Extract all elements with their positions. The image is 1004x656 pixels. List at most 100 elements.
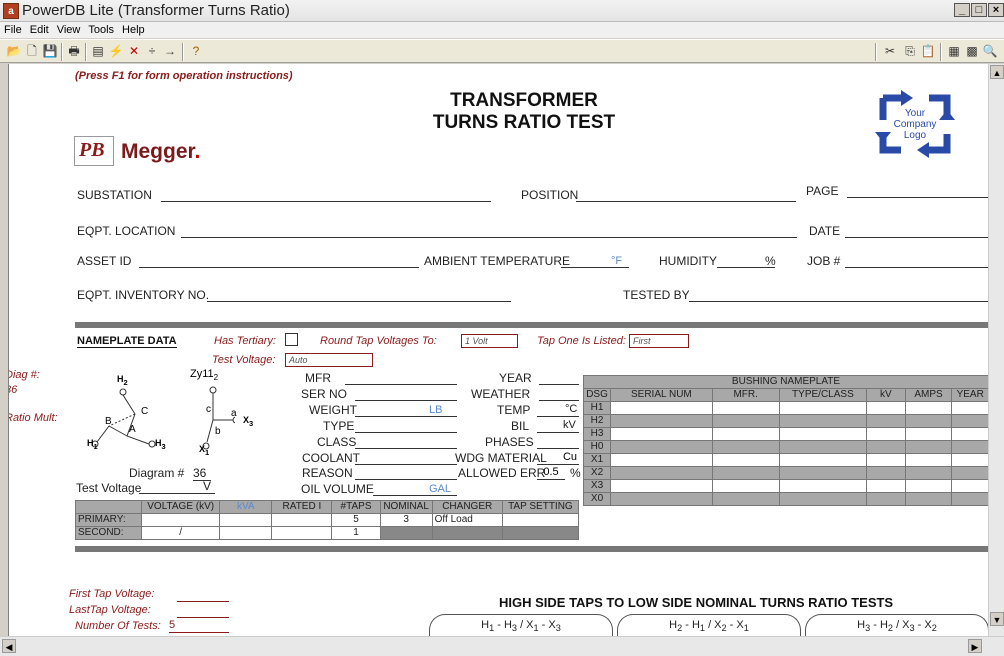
bushing-cell[interactable] (610, 414, 713, 428)
primary-rated-i[interactable] (271, 513, 333, 527)
bushing-cell[interactable] (951, 492, 988, 506)
menu-view[interactable]: View (53, 22, 85, 38)
arrow-icon[interactable]: → (162, 43, 178, 59)
bushing-cell[interactable] (711, 427, 780, 441)
class-field[interactable] (355, 435, 457, 449)
bushing-cell[interactable] (778, 466, 868, 480)
open-icon[interactable]: 📂 (6, 43, 22, 59)
maximize-button[interactable]: □ (971, 3, 987, 17)
bushing-cell[interactable] (711, 453, 780, 467)
page-field[interactable] (847, 184, 988, 198)
primary-tap-setting[interactable] (501, 513, 580, 527)
menu-tools[interactable]: Tools (84, 22, 118, 38)
bushing-cell[interactable] (711, 479, 780, 493)
serno-field[interactable] (355, 387, 457, 401)
date-field[interactable] (845, 224, 988, 238)
bushing-cell[interactable] (711, 466, 780, 480)
bushing-cell[interactable] (951, 479, 988, 493)
bushing-cell[interactable] (711, 401, 780, 415)
scroll-right-icon[interactable]: ▶ (968, 639, 982, 653)
bushing-cell[interactable] (904, 427, 953, 441)
bushing-cell[interactable] (610, 427, 713, 441)
bushing-cell[interactable] (866, 479, 906, 493)
bushing-cell[interactable] (778, 401, 868, 415)
print-icon[interactable]: 🖶 (66, 43, 82, 59)
menu-help[interactable]: Help (118, 22, 149, 38)
bushing-cell[interactable] (610, 401, 713, 415)
second-kva[interactable] (219, 526, 273, 540)
bushing-cell[interactable] (951, 401, 988, 415)
bushing-cell[interactable] (904, 492, 953, 506)
bushing-cell[interactable] (610, 492, 713, 506)
bushing-cell[interactable] (610, 466, 713, 480)
bushing-cell[interactable] (778, 427, 868, 441)
bushing-cell[interactable] (778, 453, 868, 467)
tab-h2-h1[interactable]: H2 - H1 / X2 - X1 (617, 614, 801, 636)
bushing-cell[interactable] (778, 440, 868, 454)
position-field[interactable] (576, 188, 796, 202)
bushing-cell[interactable] (711, 492, 780, 506)
bushing-cell[interactable] (778, 479, 868, 493)
bushing-cell[interactable] (866, 492, 906, 506)
form-icon[interactable]: ▤ (90, 43, 106, 59)
scroll-down-icon[interactable]: ▼ (990, 612, 1004, 626)
allowed-err-field[interactable]: 0.5 (537, 466, 565, 480)
bushing-cell[interactable] (904, 440, 953, 454)
sheet-icon[interactable]: ▦ (946, 43, 962, 59)
test-voltage-field[interactable]: V (139, 479, 215, 494)
vertical-scrollbar[interactable]: ▲ ▼ (988, 64, 1004, 636)
bushing-cell[interactable] (778, 414, 868, 428)
delete-icon[interactable]: ✕ (126, 43, 142, 59)
bushing-cell[interactable] (610, 453, 713, 467)
primary-nominal[interactable]: 3 (379, 513, 433, 527)
tested-by-field[interactable] (689, 288, 988, 302)
test-voltage-select[interactable]: Auto (285, 353, 373, 367)
cut-icon[interactable]: ✂ (882, 43, 898, 59)
menu-edit[interactable]: Edit (26, 22, 53, 38)
primary-voltage[interactable] (141, 513, 221, 527)
copy-icon[interactable]: ⎘ (902, 43, 918, 59)
bushing-cell[interactable] (866, 401, 906, 415)
bushing-cell[interactable] (951, 453, 988, 467)
horizontal-scrollbar[interactable]: ◀ ▶ (0, 636, 1004, 656)
tab-h3-h2[interactable]: H3 - H2 / X3 - X2 (805, 614, 988, 636)
help-icon[interactable]: ? (188, 43, 204, 59)
mfr-field[interactable] (345, 371, 457, 385)
primary-taps[interactable]: 5 (331, 513, 381, 527)
zoom-icon[interactable]: 🔍 (982, 43, 998, 59)
bushing-cell[interactable] (866, 453, 906, 467)
flag-icon[interactable]: ⚡ (108, 43, 124, 59)
tap-one-select[interactable]: First (629, 334, 689, 348)
second-taps[interactable]: 1 (331, 526, 381, 540)
bushing-cell[interactable] (951, 414, 988, 428)
type-field[interactable] (355, 419, 457, 433)
new-icon[interactable]: 🗋 (24, 43, 40, 59)
inventory-field[interactable] (207, 288, 511, 302)
coolant-field[interactable] (355, 451, 457, 465)
last-tap-field[interactable] (177, 604, 229, 618)
paste-icon[interactable]: 📋 (920, 43, 936, 59)
bushing-cell[interactable] (778, 492, 868, 506)
bushing-cell[interactable] (610, 440, 713, 454)
bushing-cell[interactable] (866, 440, 906, 454)
close-button[interactable]: × (988, 3, 1004, 17)
has-tertiary-checkbox[interactable] (285, 333, 298, 346)
bushing-cell[interactable] (711, 414, 780, 428)
save-icon[interactable]: 💾 (42, 43, 58, 59)
bushing-cell[interactable] (904, 414, 953, 428)
scroll-up-icon[interactable]: ▲ (990, 65, 1004, 79)
bushing-cell[interactable] (951, 440, 988, 454)
eqpt-location-field[interactable] (181, 224, 797, 238)
substation-field[interactable] (161, 188, 491, 202)
bushing-cell[interactable] (904, 479, 953, 493)
bushing-cell[interactable] (610, 479, 713, 493)
round-tap-select[interactable]: 1 Volt (461, 334, 518, 348)
primary-kva[interactable] (219, 513, 273, 527)
bushing-cell[interactable] (904, 466, 953, 480)
plus-minus-icon[interactable]: ÷ (144, 43, 160, 59)
second-voltage[interactable]: / (141, 526, 221, 540)
bushing-cell[interactable] (866, 427, 906, 441)
scroll-left-icon[interactable]: ◀ (2, 639, 16, 653)
year-field[interactable] (539, 371, 579, 385)
reason-field[interactable] (355, 466, 457, 480)
